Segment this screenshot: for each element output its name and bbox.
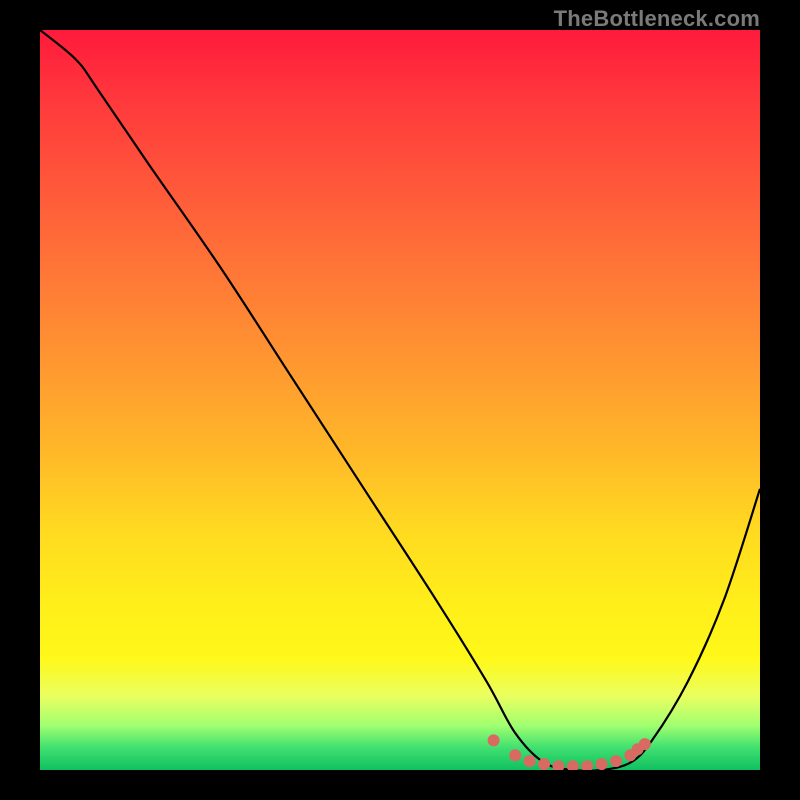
curve-svg (40, 30, 760, 770)
bottleneck-curve (40, 30, 760, 770)
marker-dot (639, 738, 651, 750)
marker-dot (610, 755, 622, 767)
marker-dot (538, 758, 550, 770)
marker-dot (596, 758, 608, 770)
marker-dot (509, 749, 521, 761)
marker-dot (567, 760, 579, 770)
plot-area (40, 30, 760, 770)
marker-dot (552, 760, 564, 770)
chart-frame: TheBottleneck.com (0, 0, 800, 800)
marker-dot (488, 734, 500, 746)
marker-dot (581, 760, 593, 770)
watermark-text: TheBottleneck.com (554, 6, 760, 32)
marker-dot (524, 755, 536, 767)
